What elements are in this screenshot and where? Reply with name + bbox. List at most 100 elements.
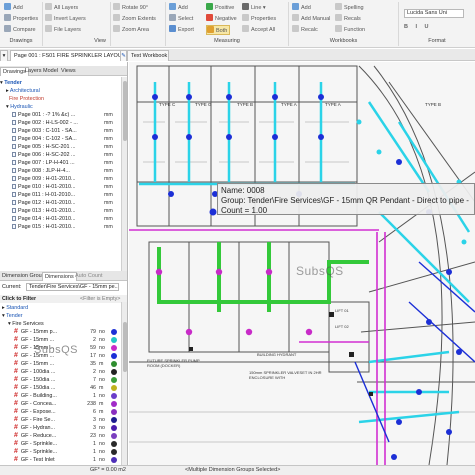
tree-page-item[interactable]: Page 006 : H‑SC‑202 ... mm xyxy=(0,151,127,159)
tab-views[interactable]: Views xyxy=(59,67,78,76)
dimension-item[interactable]: # GF ‑ 150dia ... 46 m xyxy=(0,384,127,392)
color-swatch xyxy=(111,329,117,335)
color-swatch xyxy=(111,417,117,423)
dimension-item[interactable]: # GF ‑ 15mm ... 2 no xyxy=(0,336,127,344)
tree-page-item[interactable]: Page 003 : C‑101 ‑ SA... mm xyxy=(0,127,127,135)
negative-button[interactable]: Negative xyxy=(206,14,237,24)
dimension-item[interactable]: # GF ‑ Building... 1 no xyxy=(0,392,127,400)
current-group-select[interactable]: Tender\Fire Services\GF ‑ 15mm pe... xyxy=(25,283,119,291)
tree-page-item[interactable]: Page 010 : H‑01‑2010... mm xyxy=(0,183,127,191)
dimension-count-icon: # xyxy=(14,352,18,359)
invert-layers-button[interactable]: Invert Layers xyxy=(45,14,86,24)
dimension-item[interactable]: # GF ‑ Sprinkle... 1 no xyxy=(0,440,127,448)
dimension-tabs: Dimension Groups Dimensions Auto Count xyxy=(0,271,127,281)
zoom-area-button[interactable]: Zoom Area xyxy=(113,25,149,35)
dimension-item[interactable]: # GF ‑ 15mm ... 35 m xyxy=(0,360,127,368)
dimension-item[interactable]: # GF ‑ Concea... 238 m xyxy=(0,400,127,408)
spelling-button[interactable]: Spelling xyxy=(335,3,364,13)
measure-export-button[interactable]: Export xyxy=(169,25,194,35)
zoom-extents-icon xyxy=(113,14,120,21)
room-label: TYPE A xyxy=(325,102,341,107)
positive-button[interactable]: Positive xyxy=(206,3,234,13)
measure-properties-button[interactable]: Properties xyxy=(242,14,276,24)
workbook-add-button[interactable]: Add xyxy=(292,3,311,13)
room-label: TYPE C xyxy=(159,102,176,107)
scrollbar-thumb[interactable] xyxy=(123,322,127,372)
tree-page-item[interactable]: Page 005 : H‑SC‑201 ... mm xyxy=(0,143,127,151)
dimension-item[interactable]: # GF ‑ Hydran... 3 no xyxy=(0,424,127,432)
add-manual-button[interactable]: Add Manual xyxy=(292,14,330,24)
dimension-list-scrollbar[interactable] xyxy=(121,302,127,465)
drawing-compare-button[interactable]: Compare xyxy=(4,25,36,35)
dimension-item[interactable]: # GF ‑ Test Inlet 1 no xyxy=(0,456,127,464)
tree-folder-architectural[interactable]: ▸ Architectural xyxy=(0,87,127,95)
tab-page-001[interactable]: Page 001 : FS01 FIRE SPRINKLER LAYOUT G.… xyxy=(10,50,121,61)
dimension-item[interactable]: # GF ‑ Fire Se... 3 no xyxy=(0,416,127,424)
tab-menu-icon[interactable]: ▾ xyxy=(0,50,8,61)
dimension-item[interactable]: # GF ‑ Expose... 6 m xyxy=(0,408,127,416)
tree-page-item[interactable]: Page 013 : H‑01‑2010... mm xyxy=(0,207,127,215)
drawing-note: BUILDING HYDRANT xyxy=(257,352,297,357)
filter-input[interactable]: <Filter is Empty> xyxy=(80,295,120,303)
format-buttons[interactable]: B I U xyxy=(404,22,432,32)
tree-page-item[interactable]: Page 015 : H‑01‑2010... mm xyxy=(0,223,127,231)
drawing-canvas[interactable]: TYPE C TYPE G TYPE B TYPE A TYPE A TYPE … xyxy=(129,62,475,465)
tree-root-tender[interactable]: ▾ Tender xyxy=(0,79,127,87)
dim-tree-standard[interactable]: ▸ Standard xyxy=(0,304,127,312)
tree-page-item[interactable]: Page 014 : H‑01‑2010... mm xyxy=(0,215,127,223)
all-layers-button[interactable]: All Layers xyxy=(45,3,78,13)
color-swatch xyxy=(111,369,117,375)
dimension-item[interactable]: # GF ‑ 15mm p... 79 no xyxy=(0,328,127,336)
recals-button[interactable]: Recals xyxy=(335,14,361,24)
page-icon xyxy=(12,192,16,197)
page-icon xyxy=(12,208,16,213)
add-manual-icon xyxy=(292,14,299,21)
file-layers-button[interactable]: File Layers xyxy=(45,25,81,35)
tab-model[interactable]: Model xyxy=(41,67,60,76)
function-button[interactable]: Function xyxy=(335,25,365,35)
drawing-properties-button[interactable]: Properties xyxy=(4,14,38,24)
tree-page-item[interactable]: Page 011 : H‑01‑2010... mm xyxy=(0,191,127,199)
dimension-item[interactable]: # GF ‑ Sprinkle... 1 no xyxy=(0,448,127,456)
page-icon xyxy=(12,128,16,133)
color-swatch xyxy=(111,409,117,415)
both-button[interactable]: Both xyxy=(206,25,231,35)
dim-tree-tender[interactable]: ▾ Tender xyxy=(0,312,127,320)
dim-tree-fire-services[interactable]: ▾ Fire Services xyxy=(0,320,127,328)
tree-page-item[interactable]: Page 009 : H‑01‑2010... mm xyxy=(0,175,127,183)
dimension-item[interactable]: # GF ‑ 150dia ... 7 no xyxy=(0,376,127,384)
invert-layers-icon xyxy=(45,14,52,21)
drawing-tree-scrollbar[interactable] xyxy=(121,77,127,277)
tab-text-workbook[interactable]: Text Workbook xyxy=(127,50,169,61)
color-swatch xyxy=(111,361,117,367)
line-dropdown[interactable]: Line ▾ xyxy=(242,3,266,13)
recalc-button[interactable]: Recalc xyxy=(292,25,318,35)
properties-icon xyxy=(242,14,249,21)
accept-all-button[interactable]: Accept All xyxy=(242,25,275,35)
font-name-select[interactable]: Lucida Sans Uni xyxy=(404,9,464,18)
measure-select-button[interactable]: Select xyxy=(169,14,193,24)
tree-page-item[interactable]: Page 002 : H‑LS‑002 ‑ ... mm xyxy=(0,119,127,127)
tooltip-name: Name: 0008 xyxy=(221,186,265,195)
tree-folder-fire-protection[interactable]: Fire Protection xyxy=(0,95,127,103)
dimension-item[interactable]: # GF ‑ 100dia ... 2 no xyxy=(0,368,127,376)
zoom-extents-button[interactable]: Zoom Extents xyxy=(113,14,156,24)
tree-page-item[interactable]: Page 012 : H‑01‑2010... mm xyxy=(0,199,127,207)
tab-auto-count[interactable]: Auto Count xyxy=(73,272,105,281)
dimension-item[interactable]: # GF ‑ Reduce... 23 no xyxy=(0,432,127,440)
tree-page-item[interactable]: Page 008 : JLP‑H‑4... mm xyxy=(0,167,127,175)
drawing-add-button[interactable]: Add xyxy=(4,3,23,13)
tab-dimensions[interactable]: Dimensions xyxy=(42,272,77,281)
scrollbar-thumb[interactable] xyxy=(123,81,127,141)
dimension-count-icon: # xyxy=(14,456,18,463)
rotate-button[interactable]: Rotate 90° xyxy=(113,3,148,13)
tree-page-item[interactable]: Page 004 : C‑102 ‑ SA... mm xyxy=(0,135,127,143)
recalc-icon xyxy=(292,25,299,32)
filter-row[interactable]: Click to Filter <Filter is Empty> xyxy=(0,295,127,303)
measure-add-button[interactable]: Add xyxy=(169,3,188,13)
tree-page-item[interactable]: Page 007 : LP‑H‑401 ... mm xyxy=(0,159,127,167)
tree-folder-hydraulic[interactable]: ▾ Hydraulic xyxy=(0,103,127,111)
tree-page-item[interactable]: Page 001 : ‑? 1% &c) ... mm xyxy=(0,111,127,119)
room-label: TYPE A xyxy=(281,102,297,107)
pin-icon[interactable]: ✎ xyxy=(120,50,127,61)
